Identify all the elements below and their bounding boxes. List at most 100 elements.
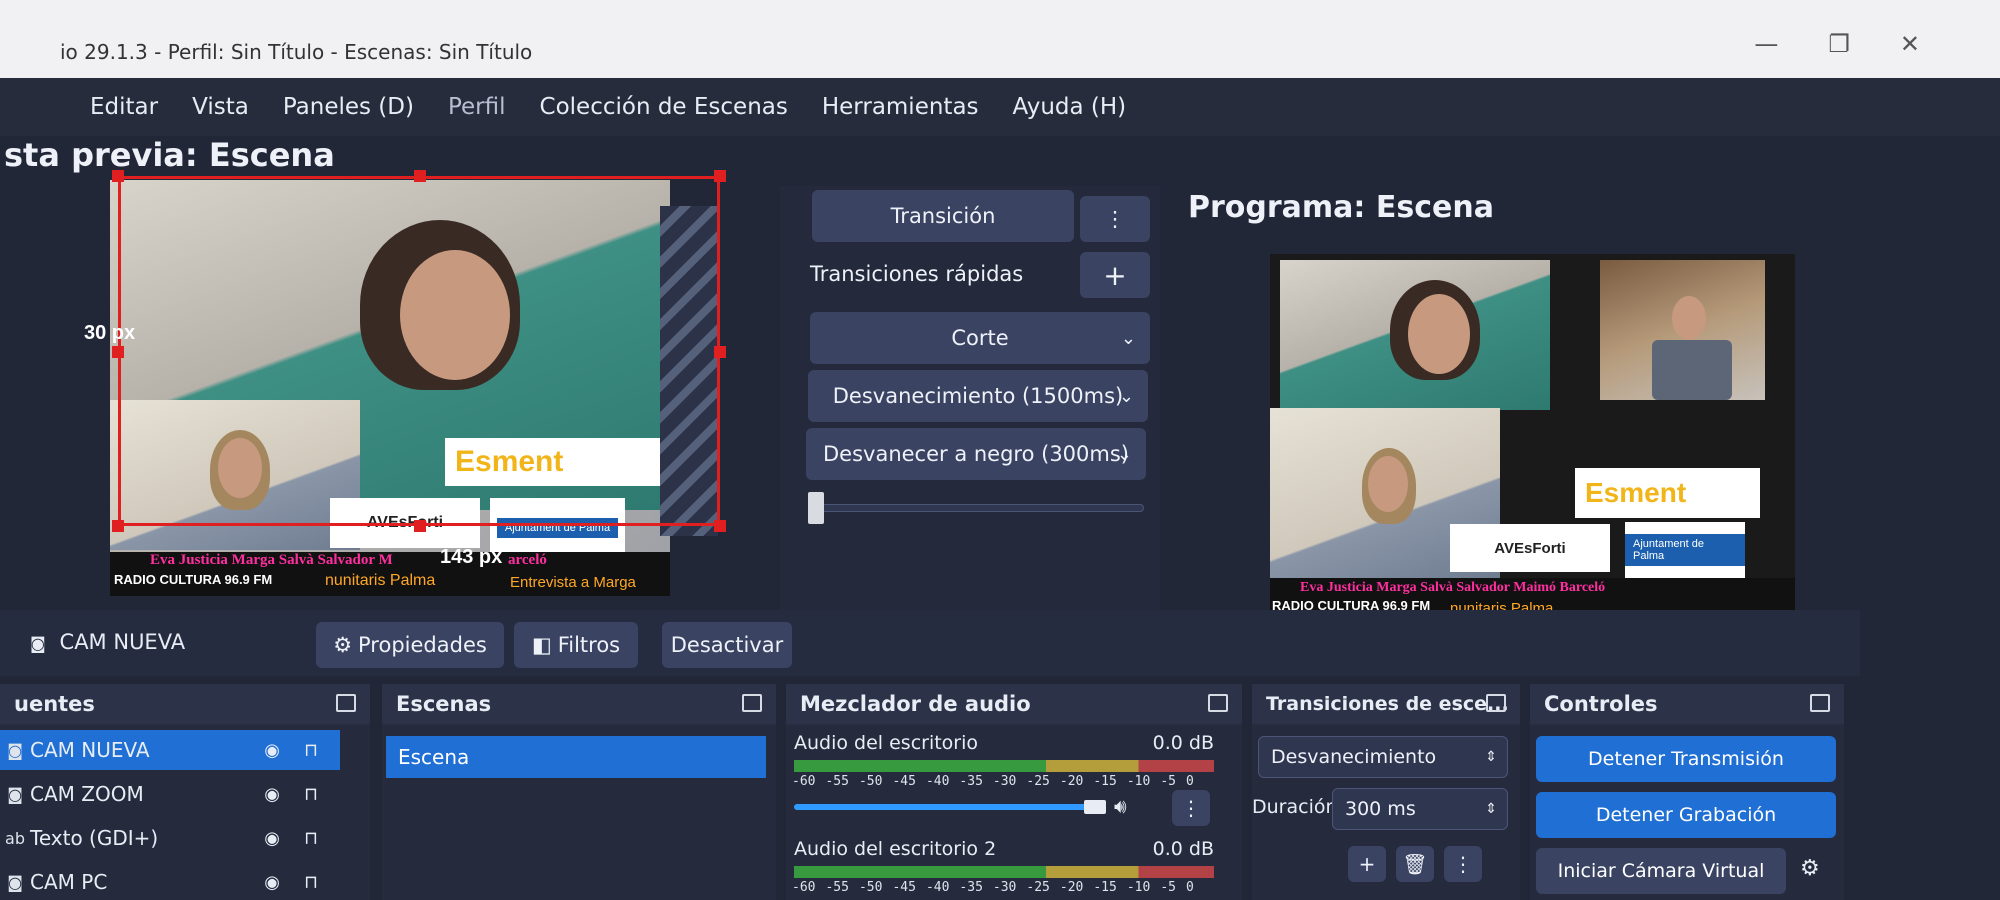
menu-vista[interactable]: Vista: [192, 94, 249, 120]
filters-button[interactable]: ◧ Filtros: [514, 622, 638, 668]
maximize-icon[interactable]: ❐: [1828, 30, 1850, 58]
deactivate-button[interactable]: Desactivar: [662, 622, 792, 668]
transition-more-button[interactable]: ⋮: [1080, 196, 1150, 242]
resize-handle-tl[interactable]: [112, 170, 124, 182]
channel-1-volume-slider[interactable]: [794, 804, 1104, 810]
transition-menu-button[interactable]: ⋮: [1444, 846, 1482, 882]
program-avesforti-logo: AVEsForti: [1450, 524, 1610, 572]
program-person-face: [1408, 294, 1470, 374]
transitions-panel: Transición ⋮ Transiciones rápidas + Cort…: [780, 186, 1160, 626]
spinner-icon: ⇕: [1485, 801, 1497, 817]
undock-icon[interactable]: [1486, 694, 1506, 712]
controls-body: Detener Transmisión Detener Grabación In…: [1530, 726, 1844, 900]
scene-item-escena[interactable]: Escena: [386, 736, 766, 778]
window-titlebar: io 29.1.3 - Perfil: Sin Título - Escenas…: [0, 0, 2000, 78]
t-bar-track[interactable]: [808, 504, 1144, 512]
lock-icon[interactable]: ⊓: [304, 872, 318, 893]
channel-1-db: 0.0 dB: [1152, 732, 1214, 754]
visibility-icon[interactable]: ◉: [264, 872, 280, 893]
program-ticker-names: Eva Justicia Marga Salvà Salvador Maimó …: [1300, 580, 1606, 595]
source-item-cam-zoom[interactable]: ◙ CAM ZOOM ◉ ⊓: [0, 774, 340, 814]
plus-icon: +: [1103, 258, 1127, 292]
program-cam-pc: [1600, 260, 1765, 400]
source-selection-box[interactable]: [118, 176, 720, 526]
visibility-icon[interactable]: ◉: [264, 828, 280, 849]
camera-icon: ◙: [7, 784, 23, 804]
menu-paneles[interactable]: Paneles (D): [283, 94, 414, 120]
quick-transitions-label: Transiciones rápidas: [810, 262, 1024, 286]
more-vertical-icon: ⋮: [1453, 852, 1473, 876]
resize-handle-bm[interactable]: [414, 520, 426, 532]
properties-button[interactable]: ⚙ Propiedades: [316, 622, 504, 668]
sources-list: ◙ CAM NUEVA ◉ ⊓ ◙ CAM ZOOM ◉ ⊓ ab Texto …: [0, 726, 370, 900]
offset-left-label: 30 px: [84, 322, 136, 344]
stop-recording-button[interactable]: Detener Grabación: [1536, 792, 1836, 838]
source-item-cam-pc[interactable]: ◙ CAM PC ◉ ⊓: [0, 862, 340, 900]
stop-stream-button[interactable]: Detener Transmisión: [1536, 736, 1836, 782]
channel-2-name: Audio del escritorio 2: [794, 838, 997, 860]
plus-icon: +: [1358, 852, 1376, 876]
offset-bottom-label: 143 px: [440, 546, 503, 568]
resize-handle-tm[interactable]: [414, 170, 426, 182]
camera-icon: ◙: [7, 740, 23, 760]
lock-icon[interactable]: ⊓: [304, 828, 318, 849]
quick-transition-negro[interactable]: Desvanecer a negro (300ms) ⌄: [806, 428, 1146, 480]
speaker-icon[interactable]: 🔊︎: [1114, 794, 1127, 818]
add-transition-button[interactable]: +: [1348, 846, 1386, 882]
resize-handle-mr[interactable]: [714, 346, 726, 358]
preview-title: sta previa: Escena: [4, 136, 335, 174]
gear-icon: ⚙: [333, 633, 353, 657]
ticker-interview: Entrevista a Marga: [510, 574, 636, 591]
program-canvas: Esment AVEsForti Ajuntament de Palma Eva…: [1270, 254, 1795, 632]
duration-input[interactable]: 300 ms ⇕: [1332, 788, 1508, 830]
start-virtual-camera-button[interactable]: Iniciar Cámara Virtual: [1536, 848, 1786, 894]
text-icon: ab: [5, 828, 25, 848]
studio-main: sta previa: Escena Esment AVEsForti Ajun…: [0, 136, 2000, 900]
source-item-cam-nueva[interactable]: ◙ CAM NUEVA ◉ ⊓: [0, 730, 340, 770]
transition-button[interactable]: Transición: [812, 190, 1074, 242]
transition-select[interactable]: Desvanecimiento ⇕: [1258, 736, 1508, 778]
scene-transitions-body: Desvanecimiento ⇕ Duración 300 ms ⇕ + 🗑︎…: [1252, 726, 1520, 900]
undock-icon[interactable]: [742, 694, 762, 712]
quick-transition-desvanecimiento[interactable]: Desvanecimiento (1500ms) ⌄: [808, 370, 1148, 422]
chevron-down-icon: ⌄: [1116, 443, 1132, 465]
remove-transition-button[interactable]: 🗑︎: [1396, 846, 1434, 882]
menu-herramientas[interactable]: Herramientas: [822, 94, 979, 120]
gear-icon[interactable]: ⚙: [1800, 856, 1820, 881]
resize-handle-br[interactable]: [714, 520, 726, 532]
ticker-names-tail: arceló: [508, 552, 547, 568]
source-item-texto[interactable]: ab Texto (GDI+) ◉ ⊓: [0, 818, 340, 858]
menu-coleccion-escenas[interactable]: Colección de Escenas: [540, 94, 788, 120]
controls-header: Controles: [1530, 684, 1844, 724]
lock-icon[interactable]: ⊓: [304, 784, 318, 805]
minimize-icon[interactable]: —: [1754, 30, 1778, 58]
resize-handle-bl[interactable]: [112, 520, 124, 532]
program-ajuntament-logo: Ajuntament de Palma: [1625, 522, 1745, 578]
menu-ayuda[interactable]: Ayuda (H): [1013, 94, 1127, 120]
window-controls: — ❐ ✕: [1754, 30, 1920, 58]
add-quick-transition-button[interactable]: +: [1080, 252, 1150, 298]
channel-1-volume-knob[interactable]: [1084, 800, 1106, 814]
lock-icon[interactable]: ⊓: [304, 740, 318, 761]
undock-icon[interactable]: [1810, 694, 1830, 712]
scenes-list: Escena: [382, 726, 776, 900]
resize-handle-ml[interactable]: [112, 346, 124, 358]
t-bar-handle[interactable]: [808, 492, 824, 524]
undock-icon[interactable]: [336, 694, 356, 712]
sources-header: uentes: [0, 684, 370, 724]
visibility-icon[interactable]: ◉: [264, 784, 280, 805]
camera-icon: ◙: [30, 634, 46, 653]
close-icon[interactable]: ✕: [1900, 30, 1920, 58]
visibility-icon[interactable]: ◉: [264, 740, 280, 761]
resize-handle-tr[interactable]: [714, 170, 726, 182]
undock-icon[interactable]: [1208, 694, 1228, 712]
menu-editar[interactable]: Editar: [90, 94, 158, 120]
sources-dock: uentes ◙ CAM NUEVA ◉ ⊓ ◙ CAM ZOOM ◉ ⊓ ab…: [0, 684, 370, 900]
scene-transitions-dock: Transiciones de esce... Desvanecimiento …: [1252, 684, 1520, 900]
menu-perfil[interactable]: Perfil: [448, 94, 506, 120]
channel-2-db: 0.0 dB: [1152, 838, 1214, 860]
scene-transitions-header: Transiciones de esce...: [1252, 684, 1520, 724]
quick-transition-corte[interactable]: Corte ⌄: [810, 312, 1150, 364]
channel-2-ticks: -60 -55 -50 -45 -40 -35 -30 -25 -20 -15 -10 -5 0: [792, 880, 1194, 895]
channel-1-menu-button[interactable]: ⋮: [1172, 790, 1210, 826]
